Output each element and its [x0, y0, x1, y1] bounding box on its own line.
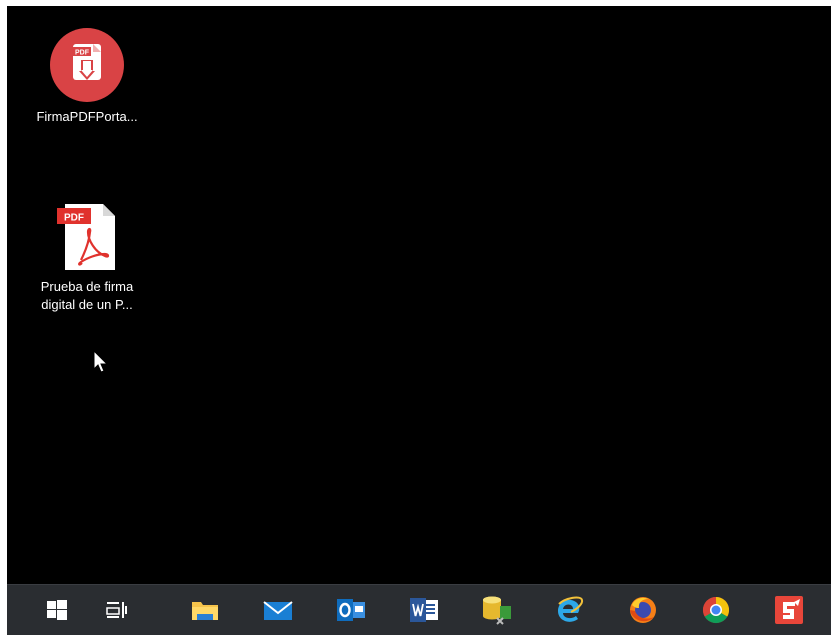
red-app-icon [775, 596, 803, 624]
chrome-button[interactable] [698, 593, 734, 627]
pdf-document-shortcut[interactable]: PDF Prueba de firma digital de un P... [17, 202, 157, 314]
windows-start-icon [47, 600, 67, 620]
pdf-label-line2: digital de un P... [41, 297, 133, 312]
database-tool-button[interactable] [479, 593, 515, 627]
file-explorer-button[interactable] [187, 593, 223, 627]
firma-badge-text: PDF [75, 50, 90, 57]
chrome-icon [702, 596, 730, 624]
firmapdf-label: FirmaPDFPorta... [36, 109, 138, 124]
outlook-icon [337, 599, 365, 621]
pdf-label-line1: Prueba de firma [40, 279, 134, 294]
word-icon [410, 598, 438, 622]
word-button[interactable] [406, 593, 442, 627]
pdf-badge-text: PDF [64, 213, 84, 224]
internet-explorer-button[interactable] [552, 593, 588, 627]
firefox-icon [630, 597, 656, 623]
firmapdf-shortcut[interactable]: PDF FirmaPDFPorta... [17, 28, 157, 126]
file-explorer-icon [192, 602, 218, 620]
start-button[interactable] [39, 593, 75, 627]
mail-button[interactable] [260, 593, 296, 627]
database-tool-icon [483, 596, 511, 625]
task-view-icon [106, 602, 127, 618]
internet-explorer-icon [558, 596, 584, 622]
desktop: PDF FirmaPDFPorta... PDF Prueba de firma… [7, 6, 831, 584]
firmapdf-app-icon: PDF [50, 28, 124, 102]
firefox-button[interactable] [625, 593, 661, 627]
task-view-button[interactable] [99, 593, 135, 627]
pdf-file-icon: PDF [55, 202, 119, 272]
taskbar [7, 584, 831, 635]
outlook-button[interactable] [333, 593, 369, 627]
mouse-cursor-icon [93, 349, 109, 379]
mail-icon [263, 601, 293, 620]
red-app-button[interactable] [771, 593, 807, 627]
